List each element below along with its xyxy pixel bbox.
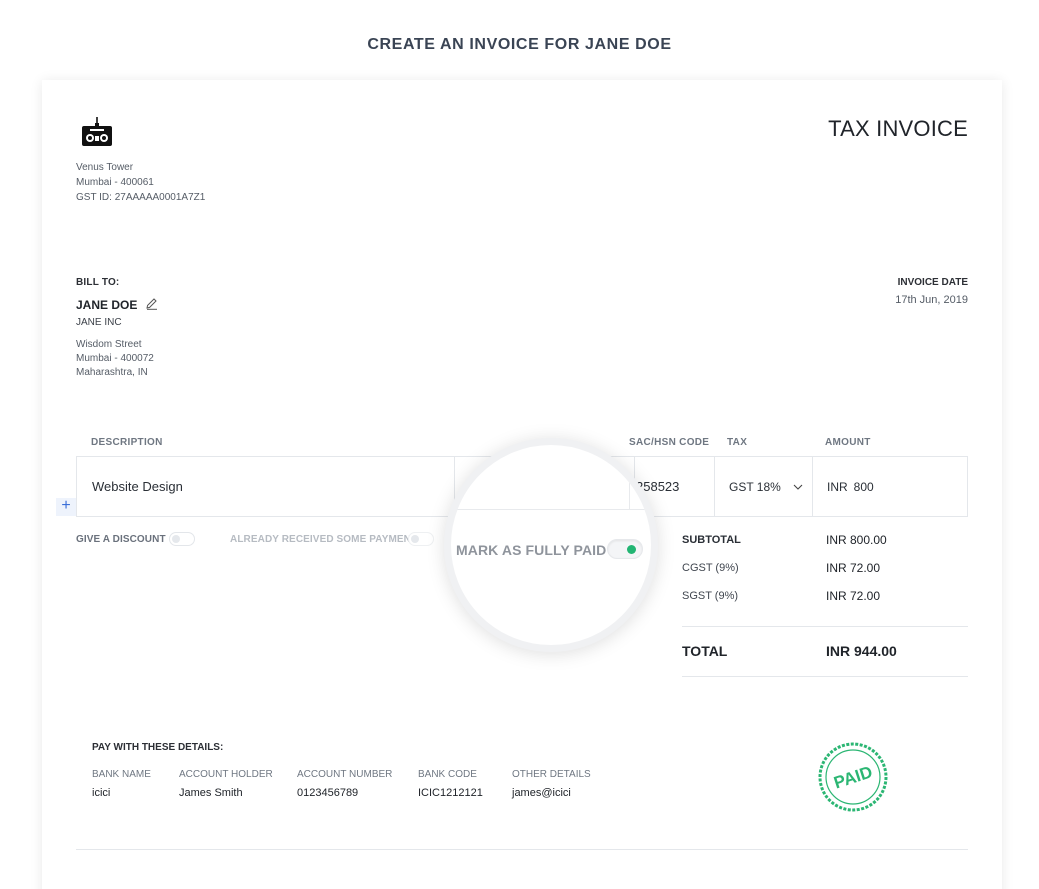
bank-code-value: ICIC1212121 [418, 787, 483, 799]
company-address-line: Mumbai - 400061 [76, 177, 154, 188]
column-header-tax: TAX [727, 437, 748, 448]
cgst-value: INR 72.00 [826, 561, 881, 575]
tax-select-value: GST 18% [729, 479, 781, 494]
account-number-header: ACCOUNT NUMBER [297, 769, 393, 780]
bill-to-label: BILL TO: [76, 277, 120, 288]
close-icon[interactable]: × [613, 456, 619, 468]
client-name: JANE DOE [76, 298, 138, 312]
amount-currency: INR [827, 479, 848, 494]
mark-paid-toggle[interactable] [607, 539, 643, 559]
company-address-line: Venus Tower [76, 162, 134, 173]
company-address: Venus Tower Mumbai - 400061 GST ID: 27AA… [76, 160, 205, 205]
client-company: JANE INC [76, 317, 122, 328]
bottom-divider [76, 849, 968, 850]
discount-toggle[interactable] [169, 532, 195, 546]
item-amount[interactable]: INR 800 [827, 457, 947, 516]
sgst-value: INR 72.00 [826, 589, 881, 603]
sgst-label: SGST (9%) [682, 590, 739, 602]
invoice-date-label: INVOICE DATE [897, 277, 968, 288]
tax-select[interactable]: GST 18% [729, 457, 809, 516]
account-holder-value: James Smith [179, 787, 243, 799]
discount-label: GIVE A DISCOUNT [76, 534, 166, 545]
column-header-description: DESCRIPTION [91, 437, 163, 448]
account-number-value: 0123456789 [297, 787, 359, 799]
received-payment-label: ALREADY RECEIVED SOME PAYMENT [230, 534, 418, 545]
client-name-row: JANE DOE [76, 297, 158, 313]
page-title: CREATE AN INVOICE FOR JANE DOE [367, 36, 672, 53]
client-address-line: Maharashtra, IN [76, 367, 148, 378]
other-details-header: OTHER DETAILS [512, 769, 591, 780]
company-gst-id: GST ID: 27AAAAA0001A7Z1 [76, 192, 206, 203]
document-title: TAX INVOICE [828, 116, 968, 141]
chevron-down-icon [793, 484, 803, 490]
mark-paid-label: MARK AS FULLY PAID [456, 542, 607, 558]
received-payment-toggle[interactable] [408, 532, 434, 546]
add-row-button[interactable]: + [56, 498, 76, 516]
summary-divider [682, 676, 968, 677]
subtotal-value: INR 800.00 [826, 533, 887, 547]
column-header-amount: AMOUNT [825, 437, 871, 448]
total-label: TOTAL [682, 643, 728, 659]
bank-name-value: icici [92, 787, 111, 799]
payment-details-title: PAY WITH THESE DETAILS: [92, 742, 224, 753]
radio-robot-logo-icon [80, 116, 114, 150]
magnifier-overlay: × MARK AS FULLY PAID [444, 438, 658, 652]
client-address-line: Wisdom Street [76, 339, 142, 350]
summary-divider [682, 626, 968, 627]
client-address-line: Mumbai - 400072 [76, 353, 154, 364]
client-address: Wisdom Street Mumbai - 400072 Maharashtr… [76, 338, 154, 380]
invoice-card: Venus Tower Mumbai - 400061 GST ID: 27AA… [42, 80, 1002, 889]
account-holder-header: ACCOUNT HOLDER [179, 769, 273, 780]
amount-value: 800 [853, 479, 874, 494]
other-details-value: james@icici [512, 787, 571, 799]
pencil-icon[interactable] [145, 297, 158, 313]
paid-stamp-icon: PAID [812, 736, 894, 818]
column-header-sac-hsn: SAC/HSN CODE [629, 437, 710, 448]
subtotal-label: SUBTOTAL [682, 534, 741, 546]
cgst-label: CGST (9%) [682, 562, 739, 574]
stamp-text: PAID [832, 762, 875, 792]
item-description[interactable]: Website Design [92, 457, 452, 516]
invoice-date-value[interactable]: 17th Jun, 2019 [895, 294, 968, 306]
bank-name-header: BANK NAME [92, 769, 151, 780]
bank-code-header: BANK CODE [418, 769, 477, 780]
total-value: INR 944.00 [826, 643, 897, 659]
